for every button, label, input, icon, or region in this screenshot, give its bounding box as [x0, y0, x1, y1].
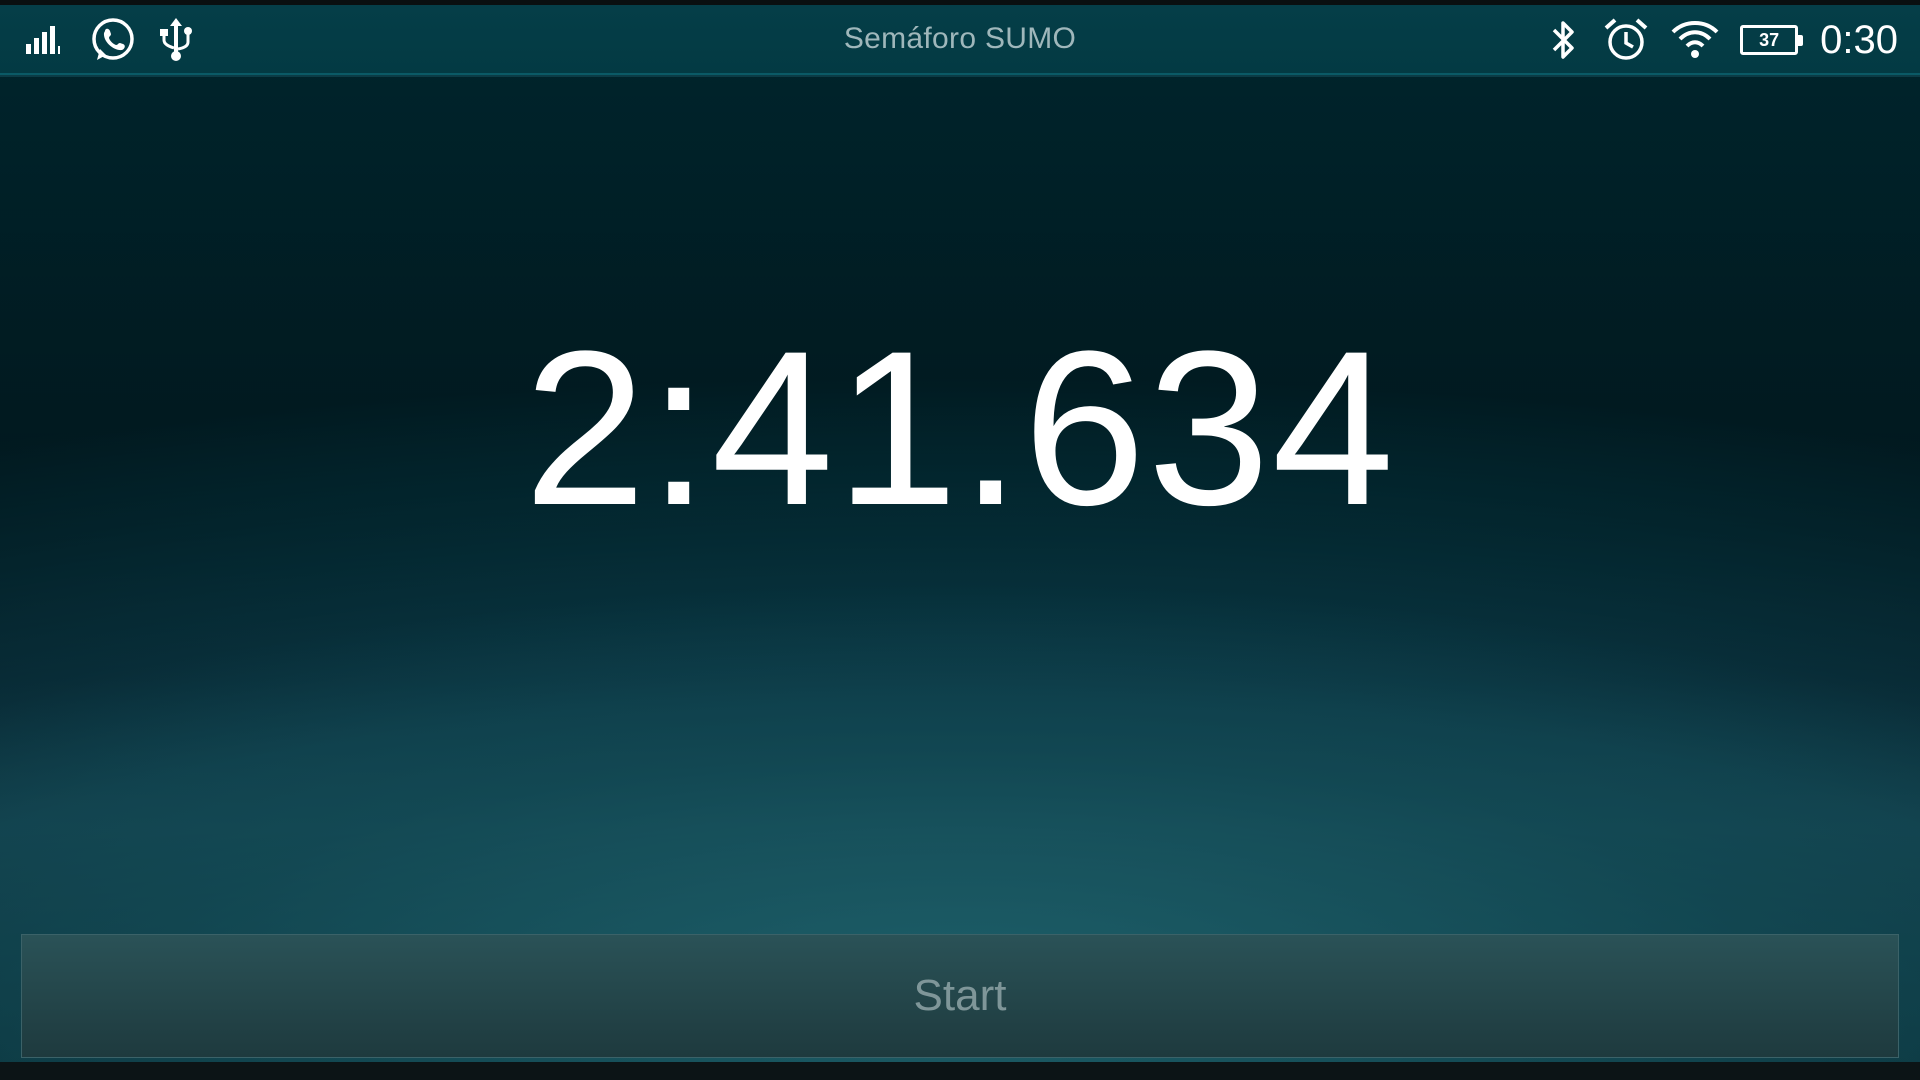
status-bar: Semáforo SUMO 37 0:30	[0, 5, 1920, 75]
bluetooth-icon	[1546, 16, 1582, 64]
status-right-icons: 37 0:30	[1546, 13, 1898, 67]
status-clock: 0:30	[1820, 17, 1898, 62]
timer-screen	[0, 77, 1920, 1080]
wifi-icon	[1670, 18, 1720, 62]
battery-icon: 37	[1740, 25, 1804, 55]
battery-level: 37	[1759, 29, 1780, 50]
alarm-icon	[1602, 16, 1650, 64]
start-button[interactable]: Start	[21, 934, 1899, 1058]
timer-display: 2:41.634	[523, 305, 1397, 551]
bottom-edge	[0, 1062, 1920, 1080]
app-screen: Semáforo SUMO 37 0:30 2:41.634 Start	[0, 0, 1920, 1080]
